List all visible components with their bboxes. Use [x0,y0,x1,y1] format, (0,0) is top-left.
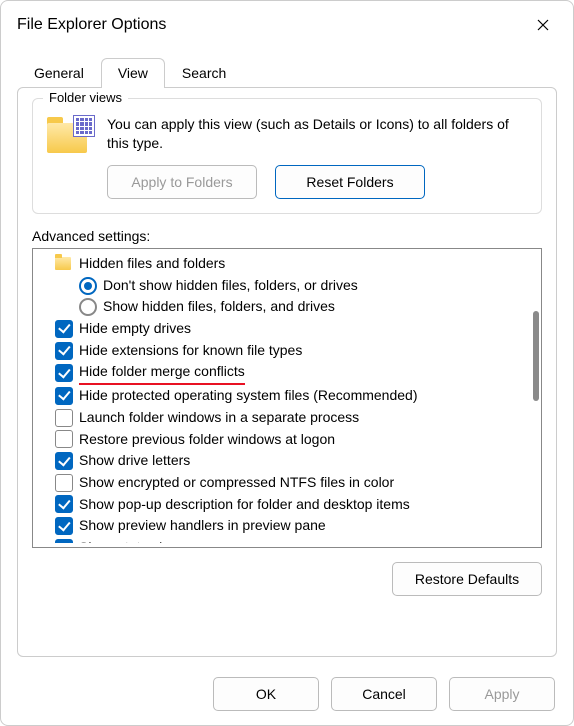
list-item[interactable]: Show drive letters [35,450,529,472]
cancel-button[interactable]: Cancel [331,677,437,711]
checkbox-icon [55,495,73,513]
list-item[interactable]: Launch folder windows in a separate proc… [35,407,529,429]
ok-button[interactable]: OK [213,677,319,711]
list-item[interactable]: Show pop-up description for folder and d… [35,494,529,516]
checkbox-icon [55,452,73,470]
item-label: Show pop-up description for folder and d… [79,494,410,516]
checkbox-icon [55,430,73,448]
item-label: Show status bar [79,537,179,543]
list-item[interactable]: Show preview handlers in preview pane [35,515,529,537]
list-item[interactable]: Show status bar [35,537,529,543]
folder-views-legend: Folder views [43,90,128,105]
checkbox-icon [55,320,73,338]
item-label: Launch folder windows in a separate proc… [79,407,359,429]
reset-folders-button[interactable]: Reset Folders [275,165,425,199]
restore-defaults-button[interactable]: Restore Defaults [392,562,542,596]
close-icon[interactable] [527,9,559,41]
window-title: File Explorer Options [17,16,166,34]
list-item[interactable]: Restore previous folder windows at logon [35,429,529,451]
list-item[interactable]: Show encrypted or compressed NTFS files … [35,472,529,494]
item-label: Show drive letters [79,450,190,472]
item-label: Show preview handlers in preview pane [79,515,326,537]
item-label: Hide extensions for known file types [79,340,302,362]
radio-label: Don't show hidden files, folders, or dri… [103,275,358,297]
list-item[interactable]: Hide extensions for known file types [35,340,529,362]
list-item-hide-merge-conflicts[interactable]: Hide folder merge conflicts [35,361,529,385]
apply-button[interactable]: Apply [449,677,555,711]
tab-row: General View Search [1,49,573,87]
checkbox-icon [55,539,73,543]
titlebar: File Explorer Options [1,1,573,49]
list-item[interactable]: Hide protected operating system files (R… [35,385,529,407]
folder-options-icon [47,117,93,157]
item-label: Show encrypted or compressed NTFS files … [79,472,394,494]
scrollbar[interactable] [531,253,539,543]
radio-label: Show hidden files, folders, and drives [103,296,335,318]
advanced-settings-label: Advanced settings: [32,228,542,244]
tab-general[interactable]: General [17,58,101,88]
radio-icon [79,298,97,316]
tab-search[interactable]: Search [165,58,243,88]
radio-show-hidden[interactable]: Show hidden files, folders, and drives [35,296,529,318]
scrollbar-thumb[interactable] [533,311,539,401]
checkbox-icon [55,387,73,405]
checkbox-icon [55,364,73,382]
tab-view[interactable]: View [101,58,165,88]
apply-to-folders-button[interactable]: Apply to Folders [107,165,257,199]
folder-icon [55,257,71,270]
checkbox-icon [55,409,73,427]
item-label: Hide empty drives [79,318,191,340]
folder-views-group: Folder views You can apply this view (su… [32,98,542,214]
item-label: Restore previous folder windows at logon [79,429,335,451]
checkbox-icon [55,474,73,492]
tab-panel-view: Folder views You can apply this view (su… [17,87,557,657]
group-label: Hidden files and folders [79,253,225,275]
list-item[interactable]: Hide empty drives [35,318,529,340]
item-label: Hide folder merge conflicts [79,361,245,385]
item-label: Hide protected operating system files (R… [79,385,418,407]
radio-icon [79,277,97,295]
checkbox-icon [55,342,73,360]
folder-views-desc: You can apply this view (such as Details… [107,115,527,153]
checkbox-icon [55,517,73,535]
advanced-settings-list[interactable]: Hidden files and folders Don't show hidd… [32,248,542,548]
radio-dont-show-hidden[interactable]: Don't show hidden files, folders, or dri… [35,275,529,297]
hidden-files-group: Hidden files and folders [35,253,529,275]
dialog-buttons: OK Cancel Apply [213,677,555,711]
